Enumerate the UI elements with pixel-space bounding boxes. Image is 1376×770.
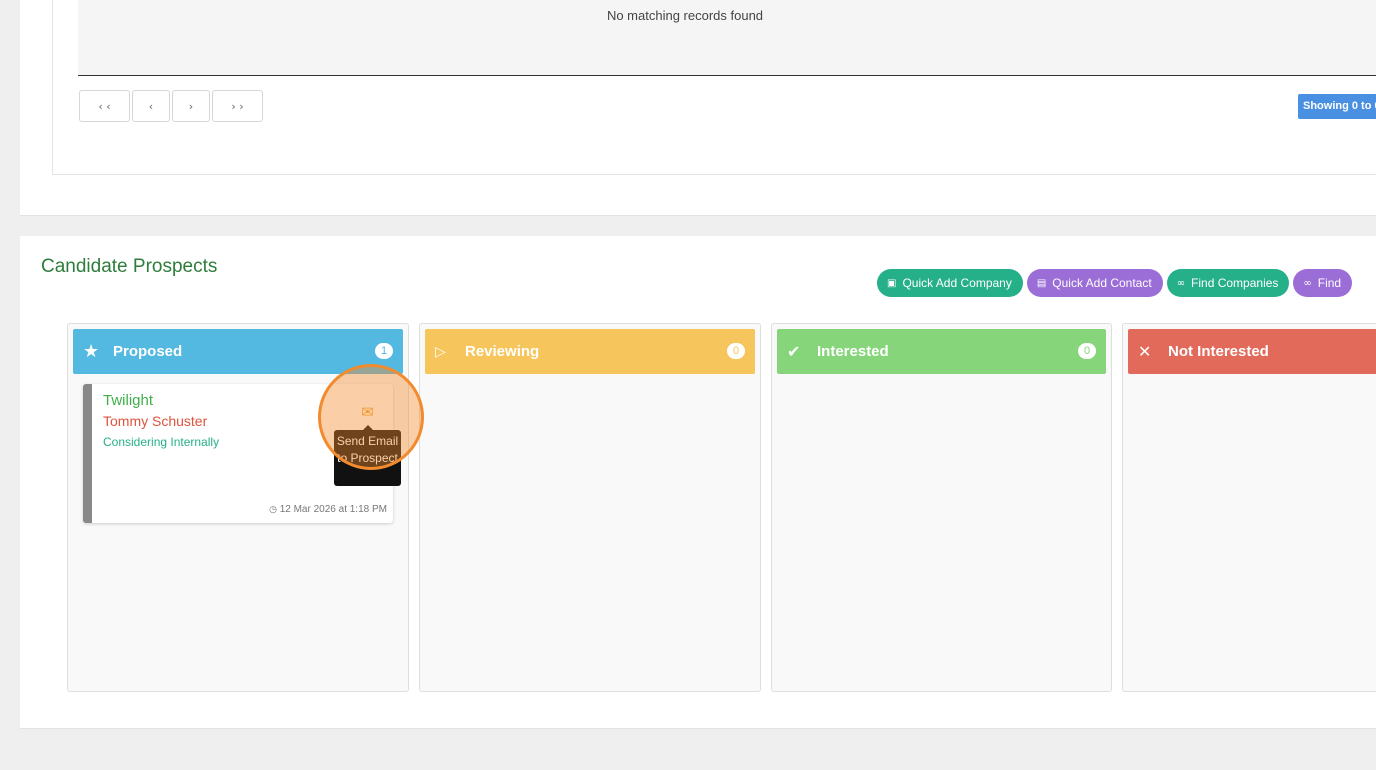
send-email-tooltip: Send Email to Prospect [334,425,401,486]
last-page-button[interactable]: › › [212,90,263,122]
pagination: ‹ ‹ ‹ › › › [79,90,263,122]
column-interested: ✔ Interested 0 [771,323,1112,692]
building-icon: ▣ [887,277,897,289]
prospect-company[interactable]: Twilight [103,392,153,409]
prospect-status: Considering Internally [103,435,220,449]
mail-icon[interactable]: ✉ [355,400,380,425]
column-header-proposed: ★ Proposed 1 [73,329,403,374]
column-title: Proposed [113,343,183,360]
prospect-contact[interactable]: Tommy Schuster [103,413,207,429]
column-title: Interested [817,343,889,360]
prospect-timestamp: ◷ 12 Mar 2026 at 1:18 PM [269,504,387,515]
next-page-button[interactable]: › [172,90,210,122]
find-companies-button[interactable]: ∞ Find Companies [1166,269,1290,297]
prev-page-button[interactable]: ‹ [132,90,170,122]
quick-add-company-button[interactable]: ▣ Quick Add Company [877,269,1023,297]
find-contacts-label: Find [1317,276,1342,290]
contact-card-icon: ▤ [1036,277,1047,289]
check-icon: ✔ [787,342,801,361]
empty-message: No matching records found [606,8,764,23]
star-icon: ★ [83,341,100,362]
find-companies-label: Find Companies [1191,276,1279,290]
column-header-interested: ✔ Interested 0 [777,329,1106,374]
timestamp-text: 12 Mar 2026 at 1:18 PM [279,504,387,515]
close-icon: ✕ [1138,342,1152,361]
tooltip-text: Send Email to Prospect [336,434,399,465]
section-title: Candidate Prospects [41,256,218,277]
quick-add-contact-button[interactable]: ▤ Quick Add Contact [1026,269,1163,297]
tooltip-arrow [363,425,373,430]
column-reviewing: ▷ Reviewing 0 [419,323,761,692]
action-bar: ▣ Quick Add Company ▤ Quick Add Contact … [877,269,1353,297]
link-icon: ∞ [1303,277,1312,289]
column-header-reviewing: ▷ Reviewing 0 [425,329,755,374]
column-count-badge: 0 [727,343,745,359]
play-icon: ▷ [435,343,446,360]
column-title: Not Interested [1168,343,1269,360]
quick-add-contact-label: Quick Add Contact [1052,276,1152,290]
find-contacts-button[interactable]: ∞ Find [1293,269,1353,297]
first-page-button[interactable]: ‹ ‹ [79,90,130,122]
quick-add-company-label: Quick Add Company [902,276,1012,290]
column-title: Reviewing [465,343,540,360]
showing-count-badge: Showing 0 to 0 [1298,94,1376,119]
clock-icon: ◷ [269,505,277,515]
column-not-interested: ✕ Not Interested [1122,323,1376,692]
column-count-badge: 1 [375,343,393,359]
link-icon: ∞ [1176,277,1186,289]
column-header-not-interested: ✕ Not Interested [1128,329,1376,374]
column-count-badge: 0 [1078,343,1096,359]
